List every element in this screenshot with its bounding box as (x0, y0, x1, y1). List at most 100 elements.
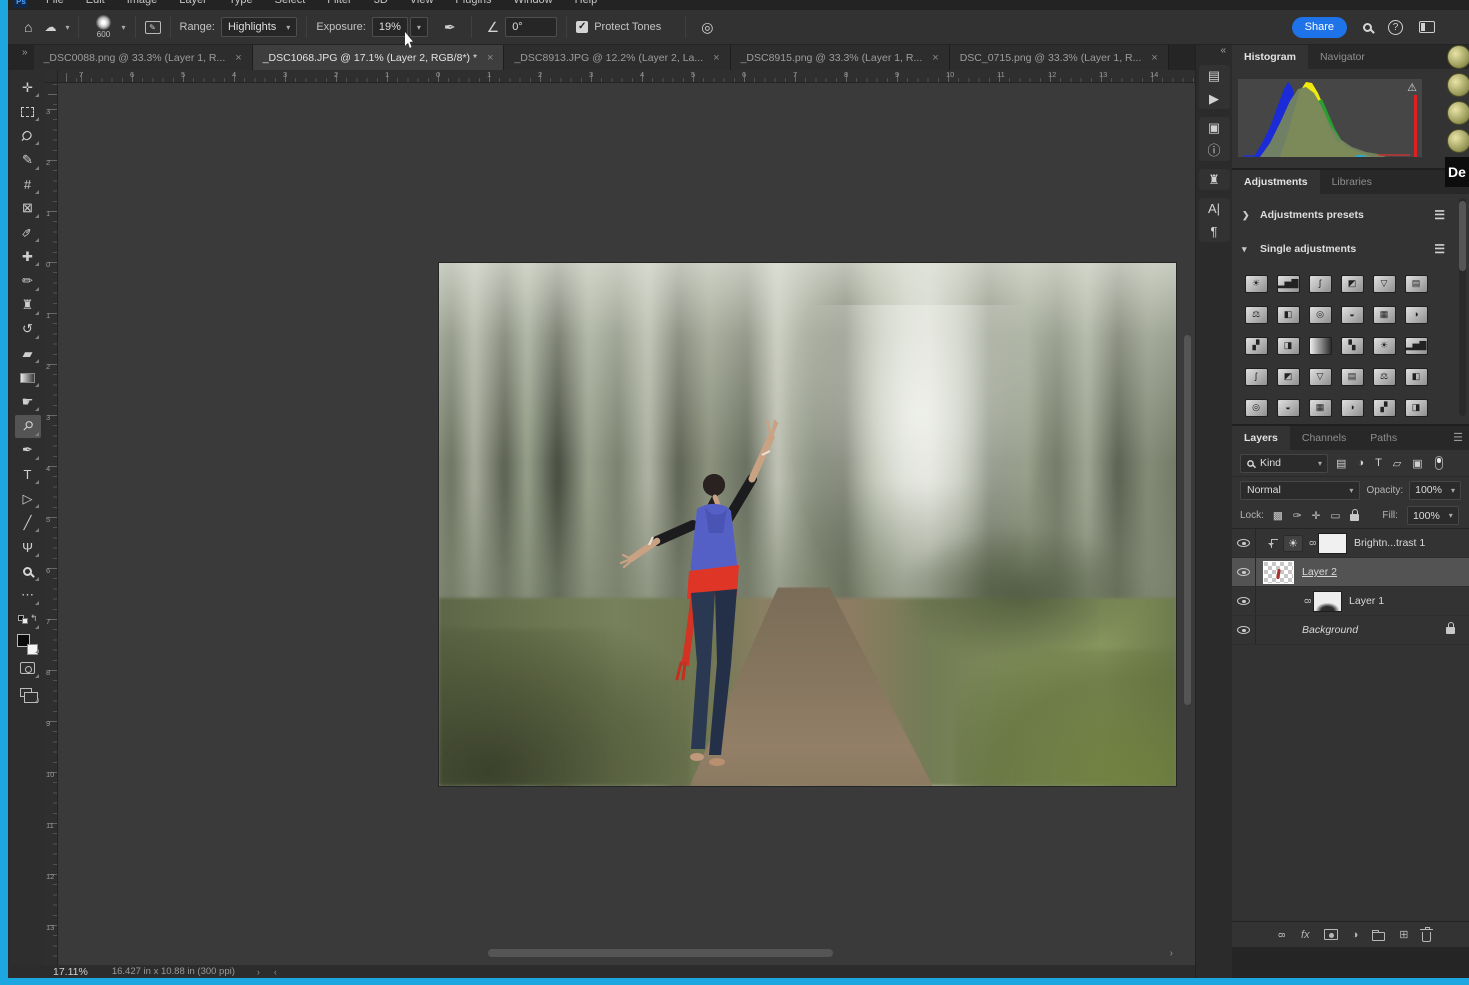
swap-colors[interactable]: ↰ (15, 608, 41, 631)
tab-histogram[interactable]: Histogram (1232, 45, 1308, 69)
photo-filter-adjustment[interactable]: ◎ (1240, 392, 1272, 423)
horizontal-ruler[interactable]: 76543210123456789101112131415 (58, 70, 1195, 83)
tab-adjustments[interactable]: Adjustments (1232, 170, 1320, 194)
help-icon[interactable]: ? (1388, 20, 1403, 35)
lock-pixels-icon[interactable]: ✑ (1293, 510, 1302, 522)
menu-image[interactable]: Image (127, 0, 158, 6)
lock-position-icon[interactable]: ✛ (1312, 510, 1321, 522)
quick-mask-mode[interactable] (15, 657, 41, 680)
clone-source-panel-icon[interactable]: ♜ (1208, 173, 1220, 186)
document-tab[interactable]: _DSC8913.JPG @ 12.2% (Layer 2, La...× (504, 45, 730, 70)
photoshop-logo-icon[interactable]: Ps (14, 0, 28, 8)
channel-mixer-adjustment[interactable]: ◒ (1272, 392, 1304, 423)
filter-adjustment-layers-icon[interactable]: ◑ (1357, 457, 1364, 469)
photo-filter-adjustment[interactable]: ◎ (1304, 299, 1336, 330)
gradient-tool[interactable] (15, 366, 41, 389)
layer-thumbnail[interactable] (1263, 561, 1294, 584)
collapse-panels-icon[interactable]: « (1214, 45, 1232, 57)
menu-plugins[interactable]: Plugins (455, 0, 491, 6)
visibility-toggle[interactable] (1232, 558, 1256, 586)
share-button[interactable]: Share (1292, 17, 1347, 38)
new-layer-icon[interactable]: ⊞ (1399, 928, 1408, 941)
histogram-warning-icon[interactable]: ⚠ (1407, 81, 1417, 94)
color-balance-adjustment[interactable]: ⚖ (1368, 361, 1400, 392)
eyedropper-tool[interactable]: ✑ (15, 221, 41, 244)
document-tab[interactable]: _DSC0088.png @ 33.3% (Layer 1, R...× (34, 45, 253, 70)
panel-menu-icon[interactable]: ☰ (1453, 431, 1463, 444)
ruler-origin[interactable] (45, 70, 58, 83)
menu-filter[interactable]: Filter (327, 0, 351, 6)
character-panel-icon[interactable]: A| (1208, 202, 1220, 215)
tab-navigator[interactable]: Navigator (1308, 45, 1377, 69)
crop-tool[interactable]: # (15, 173, 41, 196)
levels-adjustment[interactable]: ▂▅▇ (1272, 268, 1304, 299)
close-icon[interactable]: × (487, 52, 493, 64)
single-adjustments-row[interactable]: ▾ Single adjustments ☰ (1232, 236, 1469, 262)
object-selection-tool[interactable]: ✎ (15, 149, 41, 172)
threshold-adjustment[interactable]: ◨ (1272, 330, 1304, 361)
exposure-adjustment[interactable]: ◩ (1336, 268, 1368, 299)
new-adjustment-layer-icon[interactable]: ◑ (1352, 929, 1359, 941)
layer-row-layer-1[interactable]: 8Layer 1 (1232, 587, 1469, 616)
layer-row-brightn-trast-1[interactable]: ☀8Brightn...trast 1 (1232, 529, 1469, 558)
pen-tool[interactable]: ✒ (15, 439, 41, 462)
curves-adjustment[interactable]: ʃ (1304, 268, 1336, 299)
invert-adjustment[interactable]: ◑ (1336, 392, 1368, 423)
tab-channels[interactable]: Channels (1290, 426, 1358, 450)
hue-saturation-adjustment[interactable]: ▤ (1400, 268, 1432, 299)
visibility-toggle[interactable] (1232, 616, 1256, 644)
workspace-icon[interactable] (1419, 21, 1435, 33)
menu-file[interactable]: File (46, 0, 64, 6)
lock-all-icon[interactable] (1350, 514, 1359, 521)
gradient-map-adjustment[interactable] (1304, 330, 1336, 361)
home-icon[interactable]: ⌂ (18, 19, 38, 35)
vibrance-adjustment[interactable]: ▽ (1304, 361, 1336, 392)
frame-tool[interactable]: ⊠ (15, 197, 41, 220)
line-tool[interactable]: ╱ (15, 511, 41, 534)
clone-stamp-tool[interactable]: ♜ (15, 294, 41, 317)
adjustments-scrollbar[interactable] (1459, 198, 1466, 416)
scroll-up-icon[interactable]: ▲ (1458, 194, 1465, 195)
canvas-area[interactable]: 76543210123456789101112131415 3210123456… (45, 70, 1195, 965)
invert-adjustment[interactable]: ◑ (1400, 299, 1432, 330)
menu-window[interactable]: Window (514, 0, 553, 6)
info-panel-icon[interactable]: ⓘ (1207, 144, 1220, 157)
filter-toggle-switch[interactable] (1435, 456, 1443, 470)
menu-edit[interactable]: Edit (86, 0, 105, 6)
visibility-toggle[interactable] (1232, 529, 1256, 557)
assets-panel-icon[interactable]: ▣ (1208, 121, 1220, 134)
menu-3d[interactable]: 3D (374, 0, 388, 6)
delete-layer-icon[interactable] (1422, 928, 1431, 942)
marquee-tool[interactable] (15, 100, 41, 123)
levels-adjustment[interactable]: ▂▅▇ (1400, 330, 1432, 361)
airbrush-icon[interactable]: ✒ (438, 19, 462, 36)
history-brush-tool[interactable]: ↺ (15, 318, 41, 341)
horizontal-scrollbar[interactable] (488, 949, 833, 957)
move-tool[interactable]: ✛ (15, 76, 41, 99)
menu-select[interactable]: Select (275, 0, 306, 6)
layer-name[interactable]: Brightn...trast 1 (1354, 537, 1425, 549)
fill-dropdown[interactable]: 100% ▾ (1407, 506, 1459, 525)
filter-type-layers-icon[interactable]: T (1375, 457, 1382, 469)
layer-mask-thumbnail[interactable] (1313, 591, 1342, 612)
path-selection-tool[interactable]: ▷ (15, 487, 41, 510)
close-icon[interactable]: × (713, 52, 719, 64)
document-tab[interactable]: _DSC8915.png @ 33.3% (Layer 1, R...× (731, 45, 950, 70)
dodge-tool[interactable]: ⚲ (15, 415, 41, 438)
curves-adjustment[interactable]: ʃ (1240, 361, 1272, 392)
exposure-dropdown[interactable]: 19% (372, 17, 408, 37)
tab-libraries[interactable]: Libraries (1320, 170, 1384, 194)
brush-preset-picker[interactable]: 600 (88, 15, 118, 39)
blend-mode-dropdown[interactable]: Normal ▾ (1240, 481, 1360, 500)
black-white-adjustment[interactable]: ◧ (1400, 361, 1432, 392)
threshold-adjustment[interactable]: ◨ (1400, 392, 1432, 423)
layer-name[interactable]: Layer 2 (1302, 566, 1337, 578)
selective-color-adjustment[interactable]: ▚ (1336, 330, 1368, 361)
eraser-tool[interactable]: ▰ (15, 342, 41, 365)
tab-paths[interactable]: Paths (1358, 426, 1409, 450)
color-balance-adjustment[interactable]: ⚖ (1240, 299, 1272, 330)
document-tab[interactable]: _DSC1068.JPG @ 17.1% (Layer 2, RGB/8*) *… (253, 45, 505, 70)
brush-tool[interactable]: ✏ (15, 270, 41, 293)
lasso-tool[interactable]: Ϙ (15, 124, 41, 147)
layer-name[interactable]: Layer 1 (1349, 595, 1384, 607)
